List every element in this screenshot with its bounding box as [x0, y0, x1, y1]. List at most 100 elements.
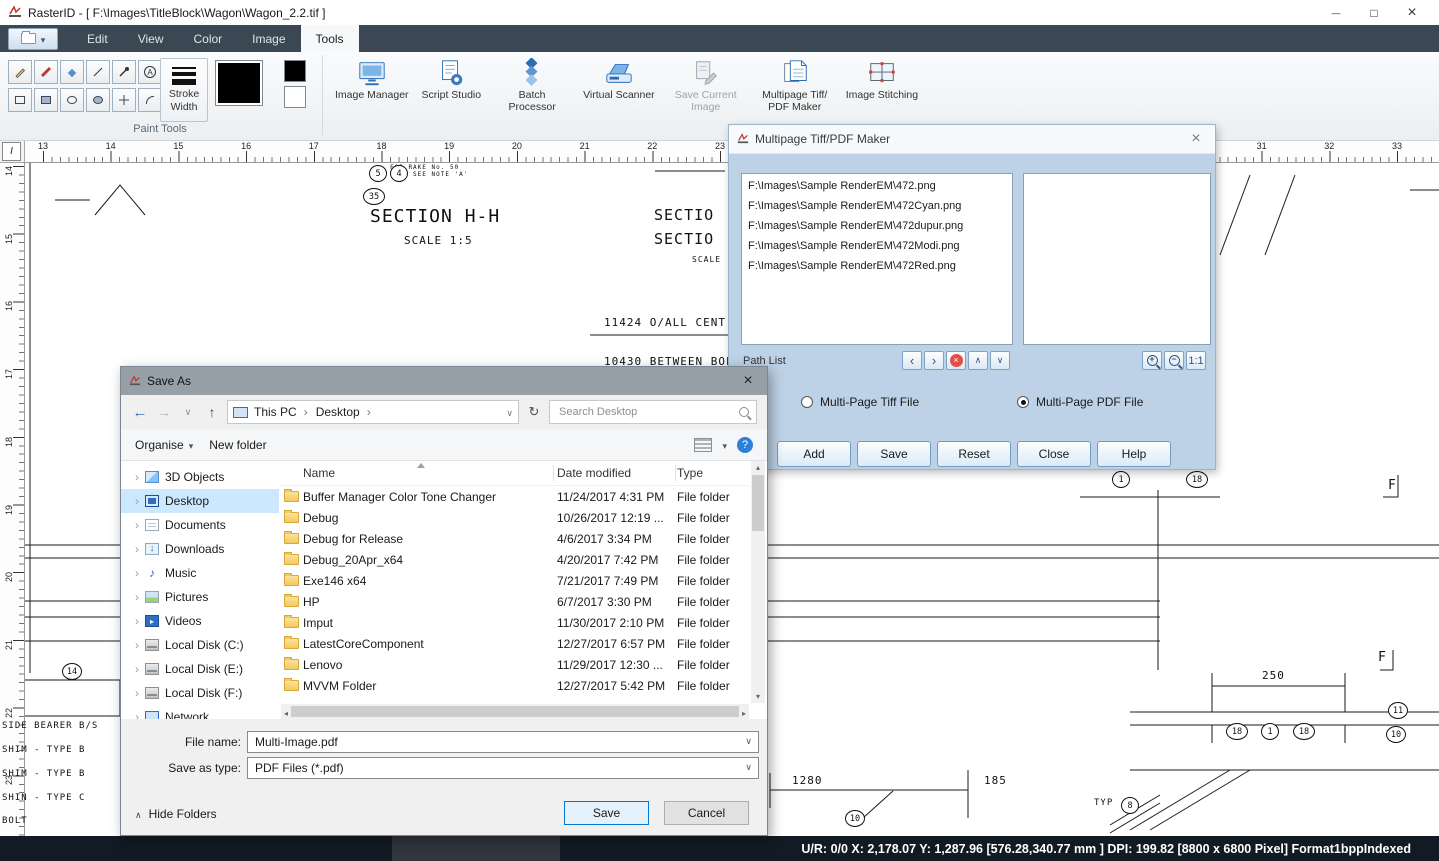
- hide-folders-button[interactable]: Hide Folders: [135, 807, 217, 821]
- breadcrumb-item[interactable]: This PC: [254, 405, 308, 419]
- Debug[interactable]: Debug 10/26/2017 12:19 ... File folder: [281, 507, 749, 528]
- zoom-reset-button[interactable]: 1:1: [1186, 351, 1206, 370]
- save-as-titlebar[interactable]: Save As: [121, 367, 767, 395]
- tab-edit[interactable]: Edit: [72, 25, 123, 52]
- tree-item-network[interactable]: Network: [121, 705, 279, 719]
- multi-page-tiff-radio[interactable]: Multi-Page Tiff File: [801, 395, 919, 409]
- search-input[interactable]: [557, 405, 734, 419]
- new-folder-button[interactable]: New folder: [209, 438, 266, 452]
- stroke-width-button[interactable]: Stroke Width: [160, 58, 208, 122]
- close-icon[interactable]: [737, 372, 759, 390]
- path-list-item[interactable]: F:\Images\Sample RenderEM\472Modi.png: [742, 237, 1012, 257]
- Debug for Release[interactable]: Debug for Release 4/6/2017 3:34 PM File …: [281, 528, 749, 549]
- breadcrumb-item[interactable]: Desktop: [316, 405, 371, 419]
- column-header-type[interactable]: Type: [677, 466, 749, 480]
- path-list-item[interactable]: F:\Images\Sample RenderEM\472Cyan.png: [742, 197, 1012, 217]
- Imput[interactable]: Imput 11/30/2017 2:10 PM File folder: [281, 612, 749, 633]
- line-tool-button[interactable]: [86, 60, 110, 84]
- virtual-scanner-button[interactable]: Virtual Scanner: [579, 55, 659, 105]
- scroll-up-icon[interactable]: [751, 461, 765, 474]
- move-right-button[interactable]: [924, 351, 944, 370]
- tree-item-3d-objects[interactable]: 3D Objects: [121, 465, 279, 489]
- maximize-button[interactable]: [1355, 1, 1393, 25]
- minimize-button[interactable]: [1317, 1, 1355, 25]
- text-tool-button[interactable]: A: [138, 60, 162, 84]
- tree-item-downloads[interactable]: Downloads: [121, 537, 279, 561]
- column-header-date[interactable]: Date modified: [557, 466, 677, 480]
- horizontal-scrollbar[interactable]: [281, 704, 749, 719]
- zoom-out-button[interactable]: −: [1164, 351, 1184, 370]
- path-list-item[interactable]: F:\Images\Sample RenderEM\472dupur.png: [742, 217, 1012, 237]
- view-mode-icon[interactable]: [694, 438, 712, 452]
- help-button[interactable]: Help: [1097, 441, 1171, 467]
- organise-button[interactable]: Organise: [135, 438, 193, 452]
- zoom-in-button[interactable]: +: [1142, 351, 1162, 370]
- tree-item-local-disk-c[interactable]: Local Disk (C:): [121, 633, 279, 657]
- search-box[interactable]: [549, 400, 757, 424]
- foreground-color-swatch[interactable]: [284, 60, 306, 82]
- scroll-thumb[interactable]: [752, 475, 764, 531]
- file-menu-button[interactable]: [8, 28, 58, 50]
- column-header-name[interactable]: Name: [303, 466, 557, 480]
- recent-locations-button[interactable]: [179, 407, 197, 418]
- fill-tool-button[interactable]: [60, 60, 84, 84]
- path-list-item[interactable]: F:\Images\Sample RenderEM\472Red.png: [742, 257, 1012, 277]
- primary-color-swatch[interactable]: [215, 60, 263, 106]
- address-dropdown-icon[interactable]: [506, 405, 513, 419]
- reset-button[interactable]: Reset: [937, 441, 1011, 467]
- filled-rect-tool-button[interactable]: [34, 88, 58, 112]
- tree-item-documents[interactable]: Documents: [121, 513, 279, 537]
- tree-item-pictures[interactable]: Pictures: [121, 585, 279, 609]
- cancel-button[interactable]: Cancel: [664, 801, 749, 825]
- Buffer Manager Color Tone Changer[interactable]: Buffer Manager Color Tone Changer 11/24/…: [281, 486, 749, 507]
- scroll-thumb[interactable]: [291, 706, 739, 717]
- file-name-input[interactable]: Multi-Image.pdf: [247, 731, 759, 753]
- Exe146 x64[interactable]: Exe146 x64 7/21/2017 7:49 PM File folder: [281, 570, 749, 591]
- Debug_20Apr_x64[interactable]: Debug_20Apr_x64 4/20/2017 7:42 PM File f…: [281, 549, 749, 570]
- scroll-down-icon[interactable]: [751, 690, 765, 703]
- tab-tools[interactable]: Tools: [301, 25, 359, 52]
- multipage-tiff-pdf-maker-button[interactable]: Multipage Tiff/ PDF Maker: [753, 55, 837, 117]
- image-stitching-button[interactable]: Image Stitching: [842, 55, 922, 105]
- vertical-scrollbar[interactable]: [751, 461, 765, 703]
- pencil-tool-button[interactable]: [8, 60, 32, 84]
- close-button[interactable]: [1393, 1, 1431, 25]
- add-button[interactable]: Add: [777, 441, 851, 467]
- tree-item-desktop[interactable]: Desktop: [121, 489, 279, 513]
- background-color-swatch[interactable]: [284, 86, 306, 108]
- save-button[interactable]: Save: [857, 441, 931, 467]
- image-manager-button[interactable]: Image Manager: [331, 55, 413, 105]
- MVVM Folder[interactable]: MVVM Folder 12/27/2017 5:42 PM File fold…: [281, 675, 749, 696]
- filled-ellipse-tool-button[interactable]: [86, 88, 110, 112]
- save-current-image-button[interactable]: Save Current Image: [664, 55, 748, 117]
- scroll-right-icon[interactable]: [742, 705, 746, 719]
- tab-image[interactable]: Image: [237, 25, 300, 52]
- path-list-item[interactable]: F:\Images\Sample RenderEM\472.png: [742, 177, 1012, 197]
- cross-tool-button[interactable]: [112, 88, 136, 112]
- chevron-down-icon[interactable]: [722, 438, 727, 452]
- up-button[interactable]: [203, 404, 221, 420]
- batch-processor-button[interactable]: Batch Processor: [490, 55, 574, 117]
- ellipse-tool-button[interactable]: [60, 88, 84, 112]
- path-list[interactable]: F:\Images\Sample RenderEM\472.pngF:\Imag…: [741, 173, 1013, 345]
- tab-color[interactable]: Color: [178, 25, 237, 52]
- move-up-button[interactable]: [968, 351, 988, 370]
- move-left-button[interactable]: [902, 351, 922, 370]
- save-type-select[interactable]: PDF Files (*.pdf): [247, 757, 759, 779]
- arc-tool-button[interactable]: [138, 88, 162, 112]
- close-button[interactable]: Close: [1017, 441, 1091, 467]
- tree-item-local-disk-f[interactable]: Local Disk (F:): [121, 681, 279, 705]
- close-icon[interactable]: [1185, 130, 1207, 148]
- HP[interactable]: HP 6/7/2017 3:30 PM File folder: [281, 591, 749, 612]
- address-bar[interactable]: This PC Desktop: [227, 400, 519, 424]
- multi-page-pdf-radio[interactable]: Multi-Page PDF File: [1017, 395, 1143, 409]
- multipage-dialog-titlebar[interactable]: Multipage Tiff/PDF Maker: [729, 125, 1215, 154]
- Lenovo[interactable]: Lenovo 11/29/2017 12:30 ... File folder: [281, 654, 749, 675]
- forward-button[interactable]: [155, 404, 173, 421]
- save-button[interactable]: Save: [564, 801, 649, 825]
- script-studio-button[interactable]: Script Studio: [418, 55, 486, 105]
- LatestCoreComponent[interactable]: LatestCoreComponent 12/27/2017 6:57 PM F…: [281, 633, 749, 654]
- tree-item-local-disk-e[interactable]: Local Disk (E:): [121, 657, 279, 681]
- rect-tool-button[interactable]: [8, 88, 32, 112]
- tab-view[interactable]: View: [123, 25, 179, 52]
